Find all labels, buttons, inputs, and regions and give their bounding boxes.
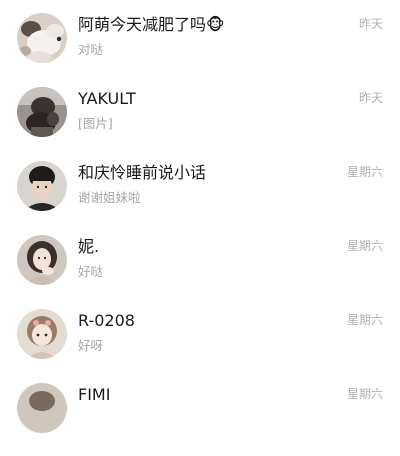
photo-avatar[interactable] (17, 383, 67, 433)
chat-name: R-0208 (78, 311, 135, 330)
chat-name: 妮. (78, 237, 100, 256)
chat-time: 星期六 (346, 239, 383, 253)
chat-preview: 好呀 (78, 338, 104, 353)
girl-portrait-avatar[interactable] (17, 235, 67, 285)
chat-time: 星期六 (346, 387, 383, 401)
chat-row-5[interactable]: R-0208 好呀 星期六 (0, 309, 400, 382)
chat-row-1[interactable]: 阿萌今天减肥了吗🐵 对哒 昨天 (0, 13, 400, 86)
dark-dog-photo-avatar[interactable] (17, 87, 67, 137)
chat-time: 星期六 (346, 165, 383, 179)
chat-name: FIMI (78, 385, 111, 404)
chat-row-3[interactable]: 和庆怜睡前说小话 谢谢姐妹啦 星期六 (0, 161, 400, 234)
chat-preview: [图片] (78, 116, 113, 131)
chat-row-4[interactable]: 妮. 好哒 星期六 (0, 235, 400, 308)
man-portrait-avatar[interactable] (17, 161, 67, 211)
chat-name: 阿萌今天减肥了吗🐵 (78, 15, 225, 34)
chat-name: 和庆怜睡前说小话 (78, 163, 207, 182)
chat-row-6[interactable]: FIMI 星期六 (0, 383, 400, 456)
white-dog-avatar[interactable] (17, 13, 67, 63)
chat-time: 星期六 (346, 313, 383, 327)
chat-row-2[interactable]: YAKULT [图片] 昨天 (0, 87, 400, 160)
chat-preview: 好哒 (78, 264, 104, 279)
chat-preview: 对哒 (78, 42, 104, 57)
cartoon-girl-avatar[interactable] (17, 309, 67, 359)
chat-time: 昨天 (358, 91, 383, 105)
chat-name: YAKULT (78, 89, 136, 108)
chat-list: 阿萌今天减肥了吗🐵 对哒 昨天 YAKULT [图片] 昨天 和庆怜睡前说小话 … (0, 0, 400, 433)
chat-preview: 谢谢姐妹啦 (78, 190, 141, 205)
chat-time: 昨天 (358, 17, 383, 31)
